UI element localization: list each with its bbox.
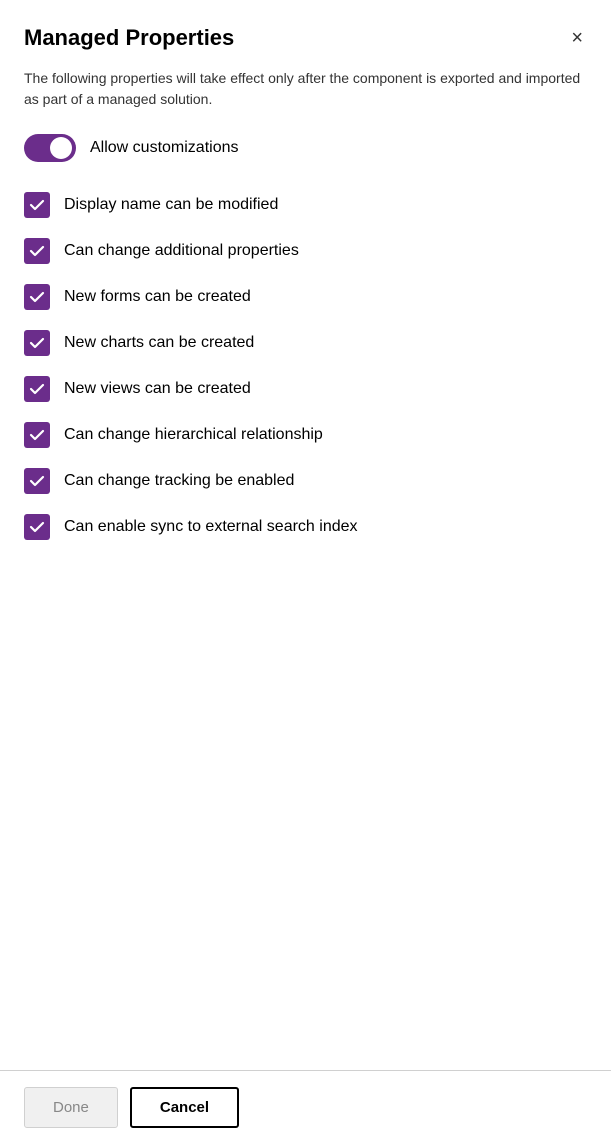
checkbox-row: New forms can be created <box>24 274 587 320</box>
checkbox-label-1: Can change additional properties <box>64 242 299 260</box>
checkbox-7[interactable] <box>24 514 50 540</box>
checkbox-label-3: New charts can be created <box>64 334 254 352</box>
checkbox-row: Can change tracking be enabled <box>24 458 587 504</box>
checkbox-6[interactable] <box>24 468 50 494</box>
cancel-button[interactable]: Cancel <box>130 1087 239 1128</box>
toggle-row: Allow customizations <box>24 134 587 162</box>
dialog-description: The following properties will take effec… <box>24 68 587 110</box>
checkbox-1[interactable] <box>24 238 50 264</box>
checkbox-row: Can enable sync to external search index <box>24 504 587 550</box>
checkbox-5[interactable] <box>24 422 50 448</box>
done-button[interactable]: Done <box>24 1087 118 1128</box>
checkbox-label-5: Can change hierarchical relationship <box>64 426 323 444</box>
checkbox-label-0: Display name can be modified <box>64 196 278 214</box>
checkbox-row: New views can be created <box>24 366 587 412</box>
dialog-footer: Done Cancel <box>0 1070 611 1144</box>
checkbox-0[interactable] <box>24 192 50 218</box>
checkbox-label-7: Can enable sync to external search index <box>64 518 358 536</box>
checkbox-row: Display name can be modified <box>24 182 587 228</box>
dialog-title: Managed Properties <box>24 25 234 51</box>
allow-customizations-toggle[interactable] <box>24 134 76 162</box>
checkbox-4[interactable] <box>24 376 50 402</box>
checkbox-3[interactable] <box>24 330 50 356</box>
dialog-container: Managed Properties × The following prope… <box>0 0 611 1070</box>
checkbox-list: Display name can be modified Can change … <box>24 182 587 550</box>
checkbox-label-4: New views can be created <box>64 380 251 398</box>
checkbox-row: Can change additional properties <box>24 228 587 274</box>
checkbox-label-6: Can change tracking be enabled <box>64 472 294 490</box>
checkbox-label-2: New forms can be created <box>64 288 251 306</box>
toggle-label: Allow customizations <box>90 139 239 157</box>
checkbox-row: Can change hierarchical relationship <box>24 412 587 458</box>
checkbox-row: New charts can be created <box>24 320 587 366</box>
close-button[interactable]: × <box>567 24 587 52</box>
checkbox-2[interactable] <box>24 284 50 310</box>
dialog-header: Managed Properties × <box>24 24 587 52</box>
